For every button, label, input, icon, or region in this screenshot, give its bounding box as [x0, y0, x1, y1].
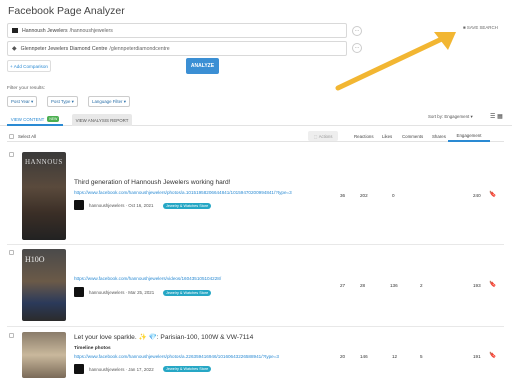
page-logo	[12, 28, 18, 33]
bookmark-icon[interactable]: 🔖	[489, 281, 496, 288]
metric-reactions: 36	[340, 193, 346, 198]
table-header	[7, 129, 504, 142]
analyze-button[interactable]: ANALYZE	[186, 58, 219, 74]
metric-reactions: 27	[340, 283, 346, 288]
list-view-icon[interactable]: ☰	[490, 114, 495, 120]
bookmark-icon[interactable]: 🔖	[489, 191, 496, 198]
metric-shares: 5	[420, 354, 423, 359]
filter-label: Filter your results:	[7, 86, 46, 91]
metric-reactions: 20	[340, 354, 346, 359]
save-search-button[interactable]: ■ SAVE SEARCH	[463, 25, 498, 30]
author-avatar	[74, 287, 84, 297]
thumbnail-logo-text: H10O	[25, 255, 45, 264]
post-text: Let your love sparkle. ✨ 💎: Parisian-100…	[74, 334, 254, 341]
add-comparison-button[interactable]: + Add Comparison	[7, 60, 51, 72]
row-checkbox[interactable]	[9, 152, 14, 157]
category-tag[interactable]: Jewelry & Watches Store	[163, 366, 212, 372]
grid-view-icon[interactable]: ▦	[497, 114, 503, 120]
page-name: Glennpeter Jewelers Diamond Centre	[20, 45, 108, 52]
post-link[interactable]: https://www.facebook.com/hannoushjeweler…	[74, 354, 279, 359]
page-slug: /hannoushjewelers	[69, 27, 113, 34]
bookmark-icon[interactable]: 🔖	[489, 352, 496, 359]
metric-likes: 202	[360, 193, 368, 198]
row-divider	[7, 244, 504, 245]
page-input-2[interactable]: ◆ Glennpeter Jewelers Diamond Centre /gl…	[7, 41, 347, 56]
metric-engagement: 191	[473, 354, 481, 359]
thumbnail-logo-text: HANNOUS	[25, 158, 63, 166]
post-link[interactable]: https://www.facebook.com/hannoushjeweler…	[74, 190, 292, 195]
row-checkbox[interactable]	[9, 333, 14, 338]
metric-likes: 146	[360, 354, 368, 359]
post-text: Third generation of Hannoush Jewelers wo…	[74, 179, 231, 186]
post-author[interactable]: hannoushjewelers · Mar 25, 2021	[89, 290, 154, 295]
page-name: Hannoush Jewelers	[22, 27, 68, 34]
metric-comments: 12	[392, 354, 398, 359]
category-tag[interactable]: Jewelry & Watches Store	[163, 203, 212, 209]
col-likes[interactable]: Likes	[382, 134, 392, 139]
post-author[interactable]: hannoushjewelers · Jan 17, 2022	[89, 367, 154, 372]
metric-shares: 2	[420, 283, 423, 288]
new-badge: NEW	[47, 116, 60, 122]
diamond-icon: ◆	[12, 46, 17, 52]
save-icon: ■	[463, 25, 466, 30]
save-search-label: SAVE SEARCH	[466, 25, 498, 30]
metric-likes: 28	[360, 283, 366, 288]
filter-language[interactable]: Language Filter ▾	[88, 96, 130, 107]
tab-view-content[interactable]: VIEW CONTENT NEW	[7, 114, 63, 126]
select-all-label: Select All	[18, 134, 37, 139]
metric-comments: 0	[392, 193, 395, 198]
row-checkbox[interactable]	[9, 250, 14, 255]
annotation-arrow	[335, 32, 456, 91]
metric-comments: 136	[390, 283, 398, 288]
col-shares[interactable]: Shares	[432, 134, 446, 139]
view-toggle[interactable]: ☰ ▦	[490, 113, 503, 120]
post-subtitle: Timeline photos	[74, 346, 111, 351]
post-thumbnail[interactable]: H10O	[22, 249, 66, 321]
page-input-1[interactable]: Hannoush Jewelers /hannoushjewelers	[7, 23, 347, 38]
post-thumbnail[interactable]	[22, 332, 66, 378]
row-divider	[7, 326, 504, 327]
select-all-checkbox[interactable]	[9, 134, 14, 139]
category-tag[interactable]: Jewelry & Watches Store	[163, 290, 212, 296]
post-author[interactable]: hannoushjewelers · Oct 16, 2021	[89, 203, 153, 208]
metric-engagement: 240	[473, 193, 481, 198]
sort-dropdown[interactable]: Sort by: Engagement ▾	[428, 114, 473, 120]
col-engagement[interactable]: Engagement	[448, 130, 490, 142]
page-title: Facebook Page Analyzer	[8, 5, 125, 17]
filter-post-year[interactable]: Post Year ▾	[7, 96, 38, 107]
actions-button[interactable]: ⬚ Actions	[308, 131, 338, 141]
author-avatar	[74, 200, 84, 210]
tab-analysis-report[interactable]: VIEW ANALYSIS REPORT	[72, 114, 132, 126]
post-thumbnail[interactable]: HANNOUS	[22, 152, 66, 240]
col-reactions[interactable]: Reactions	[354, 134, 374, 139]
filter-post-type[interactable]: Post Type ▾	[47, 96, 78, 107]
page-slug: /glennpeterdiamondcentre	[109, 45, 170, 52]
author-avatar	[74, 364, 84, 374]
col-comments[interactable]: Comments	[402, 134, 423, 139]
metric-engagement: 193	[473, 283, 481, 288]
post-link[interactable]: https://www.facebook.com/hannoushjeweler…	[74, 276, 221, 281]
